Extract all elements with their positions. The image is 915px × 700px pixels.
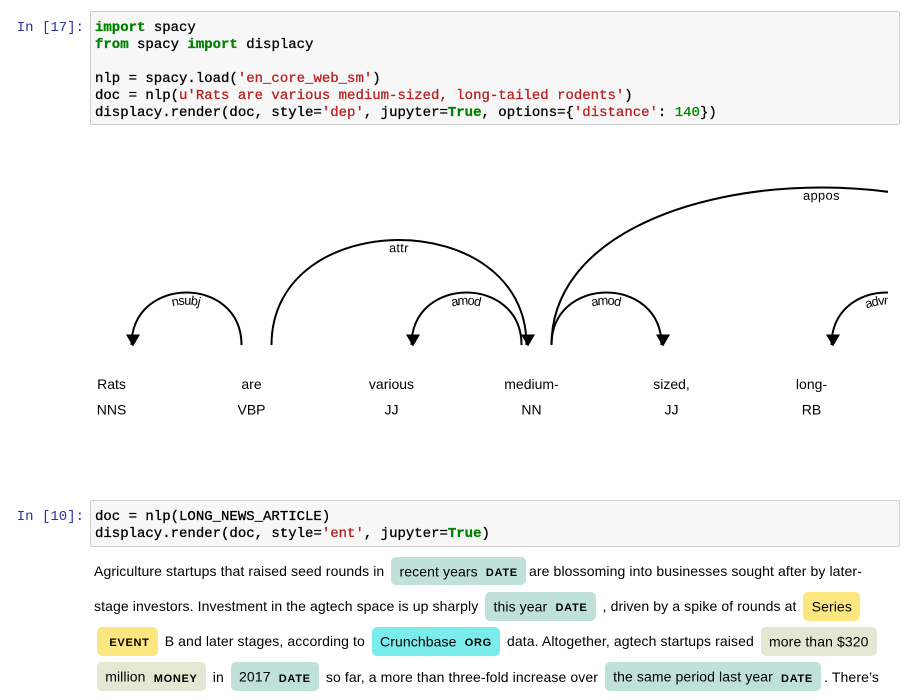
- svg-text:VBP: VBP: [237, 402, 265, 418]
- svg-text:nsubj: nsubj: [170, 293, 203, 310]
- svg-text:amod: amod: [450, 292, 484, 309]
- svg-text:are: are: [241, 376, 261, 392]
- svg-text:amod: amod: [590, 292, 624, 309]
- svg-text:JJ: JJ: [665, 402, 679, 418]
- svg-text:attr: attr: [389, 240, 410, 255]
- svg-text:Rats: Rats: [97, 376, 126, 392]
- svg-text:RB: RB: [802, 402, 821, 418]
- svg-text:sized,: sized,: [653, 376, 690, 392]
- svg-text:NN: NN: [521, 402, 541, 418]
- svg-text:appos: appos: [803, 188, 840, 203]
- svg-text:JJ: JJ: [385, 402, 399, 418]
- svg-text:NNS: NNS: [97, 402, 127, 418]
- svg-text:various: various: [369, 376, 414, 392]
- svg-text:long-: long-: [796, 376, 827, 392]
- svg-text:medium-: medium-: [504, 376, 559, 392]
